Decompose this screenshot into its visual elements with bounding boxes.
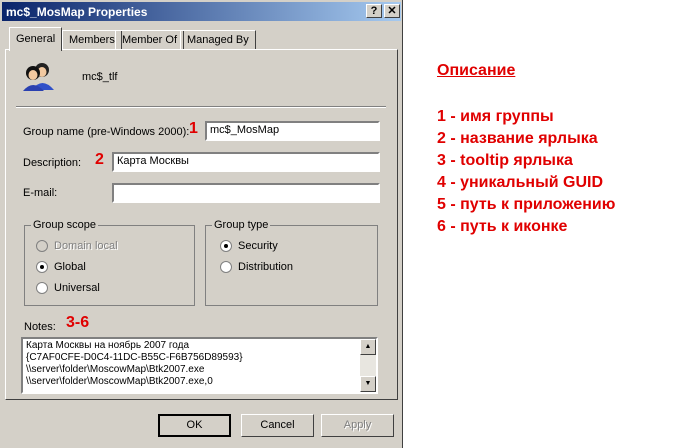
scope-global-label: Global bbox=[54, 261, 86, 273]
group-type-title: Group type bbox=[212, 219, 271, 231]
group-icon bbox=[23, 63, 54, 91]
tab-members[interactable]: Members bbox=[62, 30, 122, 50]
notes-line-4: \\server\folder\MoscowMap\Btk2007.exe,0 bbox=[26, 376, 213, 387]
help-button[interactable]: ? bbox=[366, 4, 382, 18]
scroll-up-icon[interactable]: ▲ bbox=[360, 339, 376, 355]
notes-line-2: {C7AF0CFE-D0C4-11DC-B55C-F6B756D89593} bbox=[26, 352, 243, 363]
notes-textarea[interactable]: Карта Москвы на ноябрь 2007 года {C7AF0C… bbox=[21, 337, 378, 394]
email-label: E-mail: bbox=[23, 187, 58, 199]
notes-line-1: Карта Москвы на ноябрь 2007 года bbox=[26, 340, 190, 351]
legend-item-6: 6 - путь к иконке bbox=[437, 218, 568, 235]
email-input[interactable] bbox=[112, 183, 380, 203]
description-label: Description: bbox=[23, 157, 82, 169]
group-name-label: Group name (pre-Windows 2000): bbox=[23, 126, 190, 138]
notes-label: Notes: bbox=[24, 321, 56, 333]
group-scope-title: Group scope bbox=[31, 219, 98, 231]
scope-domain-local-label: Domain local bbox=[54, 240, 118, 252]
scope-global-radio[interactable] bbox=[36, 261, 48, 273]
ok-button[interactable]: OK bbox=[158, 414, 231, 437]
legend-item-1: 1 - имя группы bbox=[437, 108, 554, 125]
marker-2: 2 bbox=[95, 151, 104, 168]
notes-scrollbar[interactable]: ▲ ▼ bbox=[360, 339, 376, 392]
apply-button[interactable]: Apply bbox=[321, 414, 394, 437]
legend-title: Описание bbox=[437, 62, 516, 79]
legend-item-4: 4 - уникальный GUID bbox=[437, 174, 604, 191]
group-name-input[interactable]: mc$_MosMap bbox=[205, 121, 380, 141]
scope-universal-radio[interactable] bbox=[36, 282, 48, 294]
legend-item-3: 3 - tooltip ярлыка bbox=[437, 152, 573, 169]
window-title: mc$_MosMap Properties bbox=[6, 5, 148, 19]
properties-dialog: mc$_MosMap Properties ? ✕ General Member… bbox=[0, 0, 403, 448]
tab-member-of[interactable]: Member Of bbox=[115, 30, 185, 50]
tab-general[interactable]: General bbox=[9, 27, 63, 51]
marker-1: 1 bbox=[189, 120, 198, 137]
scope-domain-local-radio[interactable] bbox=[36, 240, 48, 252]
close-button[interactable]: ✕ bbox=[384, 4, 400, 18]
legend-item-5: 5 - путь к приложению bbox=[437, 196, 616, 213]
group-scope-box: Group scope bbox=[24, 219, 195, 306]
type-distribution-radio[interactable] bbox=[220, 261, 232, 273]
scroll-down-icon[interactable]: ▼ bbox=[360, 376, 376, 392]
marker-3-6: 3-6 bbox=[66, 314, 90, 331]
type-security-label: Security bbox=[238, 240, 278, 252]
scope-universal-label: Universal bbox=[54, 282, 100, 294]
tab-managed-by[interactable]: Managed By bbox=[180, 30, 256, 50]
type-distribution-label: Distribution bbox=[238, 261, 294, 273]
description-input[interactable]: Карта Москвы bbox=[112, 152, 380, 172]
separator bbox=[16, 106, 386, 108]
legend-item-2: 2 - название ярлыка bbox=[437, 130, 598, 147]
cancel-button[interactable]: Cancel bbox=[241, 414, 314, 437]
group-display-name: mc$_tlf bbox=[82, 71, 118, 83]
type-security-radio[interactable] bbox=[220, 240, 232, 252]
title-bar[interactable]: mc$_MosMap Properties ? ✕ bbox=[2, 2, 401, 21]
notes-line-3: \\server\folder\MoscowMap\Btk2007.exe bbox=[26, 364, 205, 375]
